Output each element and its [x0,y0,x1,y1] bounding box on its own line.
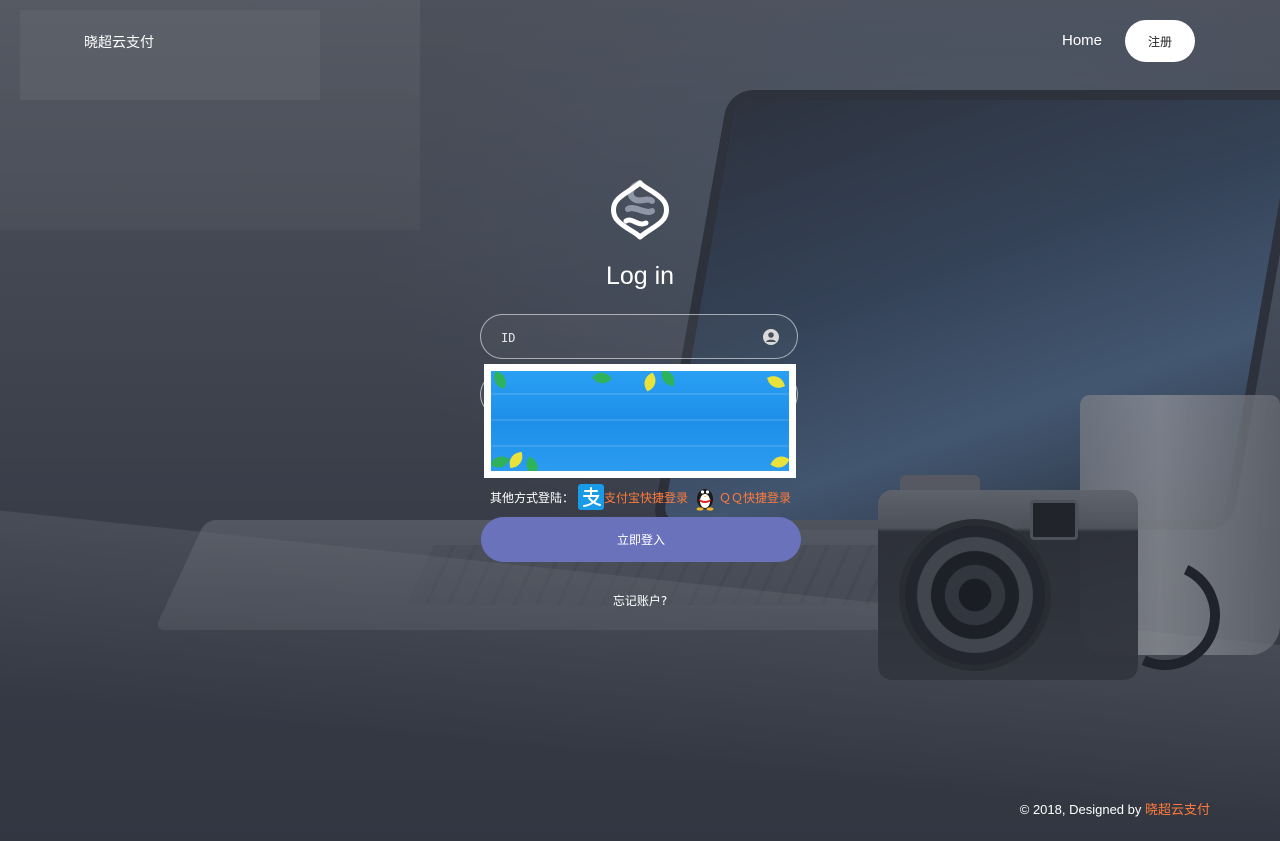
user-circle-icon [763,329,779,345]
captcha-ripple [491,419,789,421]
captcha-leaf [522,456,542,471]
captcha-leaf [491,371,509,389]
nav-home-link[interactable]: Home [1062,32,1102,49]
captcha-leaf [640,372,660,392]
footer: © 2018, Designed by 晓超云支付 [1020,799,1210,818]
alipay-icon[interactable] [578,484,605,510]
qq-login-link[interactable]: ＱＱ快捷登录 [719,489,791,506]
captcha-leaf [767,373,785,391]
footer-copyright: © 2018, Designed by [1019,802,1145,817]
captcha-ripple [491,393,789,395]
diamond-knot-logo-icon [611,180,669,240]
other-login-methods: 其他方式登陆： 支付宝快捷登录 ＱＱ快捷登录 [490,483,791,511]
login-submit-button[interactable]: 立即登入 [481,517,801,562]
footer-brand-link[interactable]: 晓超云支付 [1145,802,1210,817]
captcha-leaf [491,452,510,471]
id-field-container [480,314,798,360]
captcha-leaf [659,371,677,387]
captcha-leaf [507,451,525,469]
qq-penguin-icon[interactable] [693,483,717,511]
register-button[interactable]: 注册 [1125,20,1195,62]
id-input[interactable] [499,315,753,360]
captcha-leaf [770,452,789,471]
login-title: Log in [605,262,675,290]
captcha-leaf [592,371,612,388]
captcha-ripple [491,445,789,447]
other-login-label: 其他方式登陆： [490,490,575,505]
brand-name: 晓超云支付 [84,35,154,51]
captcha-image[interactable] [484,364,796,478]
captcha-background [491,371,789,471]
alipay-login-link[interactable]: 支付宝快捷登录 [604,489,688,506]
forgot-account-link[interactable]: 忘记账户? [0,592,1280,609]
